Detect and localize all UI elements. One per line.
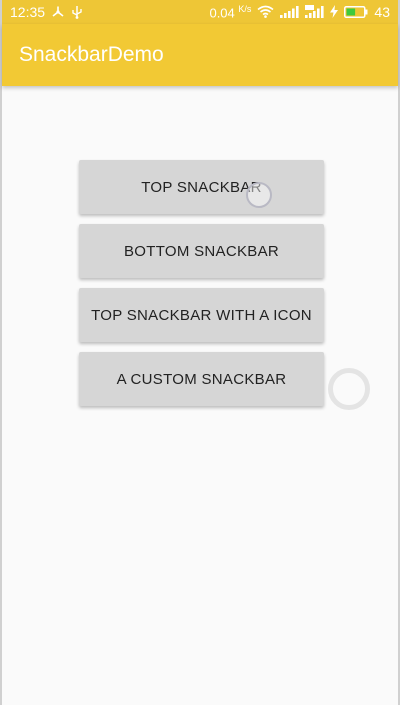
app-bar: SnackbarDemo bbox=[2, 24, 398, 86]
touch-ring-indicator bbox=[328, 368, 370, 410]
network-speed-value: 0.04 bbox=[209, 5, 235, 21]
app-title: SnackbarDemo bbox=[19, 43, 164, 66]
status-time: 12:35 bbox=[10, 4, 46, 20]
status-left: 12:35 bbox=[10, 4, 83, 20]
network-speed-unit: K/s bbox=[238, 3, 252, 14]
signal-icon bbox=[280, 5, 300, 18]
network-speed: 0.04 K/s bbox=[209, 4, 251, 20]
4g-signal-icon bbox=[305, 5, 325, 19]
share-icon bbox=[51, 5, 65, 19]
status-bar: 12:35 0.04 K/s 43 bbox=[2, 0, 398, 24]
top-snackbar-with-icon-button[interactable]: TOP SNACKBAR WITH A ICON bbox=[79, 288, 324, 342]
top-snackbar-button[interactable]: TOP SNACKBAR bbox=[79, 160, 324, 214]
wifi-icon bbox=[257, 5, 274, 19]
battery-icon bbox=[344, 5, 368, 18]
status-right: 0.04 K/s 43 bbox=[209, 4, 390, 20]
battery-level: 43 bbox=[374, 3, 390, 20]
custom-snackbar-button[interactable]: A CUSTOM SNACKBAR bbox=[79, 352, 324, 406]
usb-icon bbox=[71, 5, 83, 19]
phone-screen: 12:35 0.04 K/s 43 SnackbarDemo TOP SNACK… bbox=[0, 0, 400, 705]
button-group: TOP SNACKBAR BOTTOM SNACKBAR TOP SNACKBA… bbox=[79, 160, 324, 416]
charging-icon bbox=[330, 5, 339, 19]
bottom-snackbar-button[interactable]: BOTTOM SNACKBAR bbox=[79, 224, 324, 278]
